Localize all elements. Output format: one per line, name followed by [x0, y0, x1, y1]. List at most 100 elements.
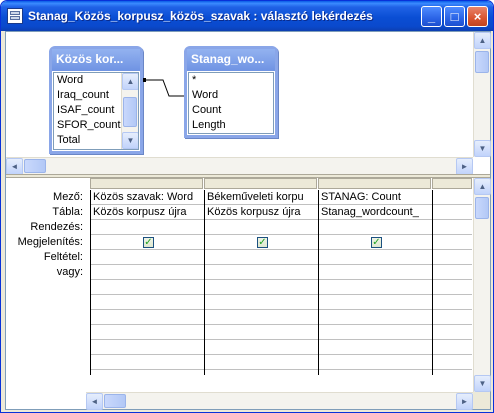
or-cell[interactable] [433, 280, 472, 295]
column-selector[interactable] [432, 178, 472, 189]
or-cell[interactable] [205, 295, 318, 310]
show-cell[interactable] [433, 235, 472, 250]
field-item[interactable]: * [189, 73, 273, 88]
title-bar[interactable]: Stanag_Közös_korpusz_közös_szavak : vála… [1, 1, 493, 31]
criteria-cell[interactable] [91, 250, 204, 265]
field-cell[interactable] [433, 190, 472, 205]
query-grid-icon[interactable] [7, 8, 23, 24]
or-cell[interactable] [205, 310, 318, 325]
query-design-area: Közös kor... Word Iraq_count ISAF_count … [5, 31, 491, 410]
or-cell[interactable] [433, 355, 472, 370]
field-list-kozos-korpusz[interactable]: Közös kor... Word Iraq_count ISAF_count … [49, 46, 143, 154]
show-cell: ✓ [205, 235, 318, 250]
or-cell[interactable] [91, 325, 204, 340]
column-selector-row [86, 178, 472, 190]
scroll-thumb[interactable] [123, 97, 137, 127]
scroll-thumb[interactable] [475, 197, 489, 219]
or-cell[interactable] [319, 325, 432, 340]
scroll-up-icon[interactable]: ▲ [474, 178, 491, 195]
field-item[interactable]: Word [189, 88, 273, 103]
maximize-button[interactable]: □ [444, 6, 465, 27]
or-cell[interactable] [319, 355, 432, 370]
scroll-left-icon[interactable]: ◄ [6, 158, 23, 175]
sort-cell[interactable] [319, 220, 432, 235]
or-cell[interactable] [433, 265, 472, 280]
table-cell[interactable] [433, 205, 472, 220]
scroll-thumb[interactable] [24, 159, 46, 173]
or-cell[interactable] [205, 265, 318, 280]
field-list-stanag-wordcount[interactable]: Stanag_wo... * Word Count Length [184, 46, 278, 138]
column-selector[interactable] [318, 178, 431, 189]
column-selector[interactable] [204, 178, 317, 189]
row-label-field: Mező: [53, 191, 83, 203]
join-line[interactable] [143, 72, 185, 102]
column-selector[interactable] [90, 178, 203, 189]
or-cell[interactable] [319, 265, 432, 280]
grid-columns[interactable]: Közös szavak: Word Közös korpusz újra ✓ … [86, 178, 472, 375]
field-item[interactable]: Count [189, 103, 273, 118]
size-grip[interactable] [473, 392, 490, 409]
grid-vscroll[interactable]: ▲ ▼ [473, 178, 491, 392]
scroll-left-icon[interactable]: ◄ [86, 393, 103, 410]
grid-hscroll[interactable]: ◄ ► [86, 392, 473, 410]
sort-cell[interactable] [91, 220, 204, 235]
close-button[interactable]: × [467, 6, 488, 27]
or-cell[interactable] [91, 310, 204, 325]
show-checkbox[interactable]: ✓ [143, 237, 154, 248]
table-pane[interactable]: Közös kor... Word Iraq_count ISAF_count … [6, 32, 491, 175]
scroll-thumb[interactable] [104, 394, 126, 408]
or-cell[interactable] [319, 310, 432, 325]
design-grid[interactable]: Mező: Tábla: Rendezés: Megjelenítés: Fel… [6, 178, 491, 410]
sort-cell[interactable] [205, 220, 318, 235]
or-cell[interactable] [91, 295, 204, 310]
show-checkbox[interactable]: ✓ [257, 237, 268, 248]
grid-column-1: Közös szavak: Word Közös korpusz újra ✓ [90, 190, 204, 375]
or-cell[interactable] [91, 265, 204, 280]
field-list-title[interactable]: Közös kor... [52, 49, 140, 71]
show-cell: ✓ [91, 235, 204, 250]
show-cell: ✓ [319, 235, 432, 250]
or-cell[interactable] [433, 325, 472, 340]
criteria-cell[interactable] [205, 250, 318, 265]
scroll-down-icon[interactable]: ▼ [474, 375, 491, 392]
scroll-up-icon[interactable]: ▲ [122, 73, 138, 90]
field-item[interactable]: Length [189, 118, 273, 133]
or-cell[interactable] [205, 325, 318, 340]
grid-column-2: Békeműveleti korpu Közös korpusz újra ✓ [204, 190, 318, 375]
scroll-up-icon[interactable]: ▲ [474, 32, 491, 49]
field-cell[interactable]: STANAG: Count [319, 190, 432, 205]
criteria-cell[interactable] [433, 250, 472, 265]
table-cell[interactable]: Stanag_wordcount_ [319, 205, 432, 220]
scroll-thumb[interactable] [475, 51, 489, 73]
or-cell[interactable] [91, 280, 204, 295]
table-cell[interactable]: Közös korpusz újra [91, 205, 204, 220]
field-cell[interactable]: Békeműveleti korpu [205, 190, 318, 205]
scroll-right-icon[interactable]: ► [456, 158, 473, 175]
show-checkbox[interactable]: ✓ [371, 237, 382, 248]
sort-cell[interactable] [433, 220, 472, 235]
table-pane-hscroll[interactable]: ◄ ► [6, 157, 473, 175]
table-cell[interactable]: Közös korpusz újra [205, 205, 318, 220]
table-pane-vscroll[interactable]: ▲ ▼ [473, 32, 491, 157]
field-list-scrollbar[interactable]: ▲ ▼ [121, 73, 138, 149]
or-cell[interactable] [205, 280, 318, 295]
scroll-down-icon[interactable]: ▼ [474, 140, 491, 157]
or-cell[interactable] [91, 340, 204, 355]
or-cell[interactable] [319, 280, 432, 295]
or-cell[interactable] [433, 295, 472, 310]
or-cell[interactable] [319, 295, 432, 310]
or-cell[interactable] [91, 355, 204, 370]
minimize-button[interactable]: _ [421, 6, 442, 27]
field-cell[interactable]: Közös szavak: Word [91, 190, 204, 205]
or-cell[interactable] [319, 340, 432, 355]
scroll-down-icon[interactable]: ▼ [122, 132, 138, 149]
criteria-cell[interactable] [319, 250, 432, 265]
or-cell[interactable] [205, 355, 318, 370]
or-cell[interactable] [433, 340, 472, 355]
row-label-show: Megjelenítés: [17, 236, 83, 248]
or-cell[interactable] [433, 310, 472, 325]
field-list-title[interactable]: Stanag_wo... [187, 49, 275, 71]
scroll-right-icon[interactable]: ► [456, 393, 473, 410]
or-cell[interactable] [205, 340, 318, 355]
grid-column-3: STANAG: Count Stanag_wordcount_ ✓ [318, 190, 432, 375]
